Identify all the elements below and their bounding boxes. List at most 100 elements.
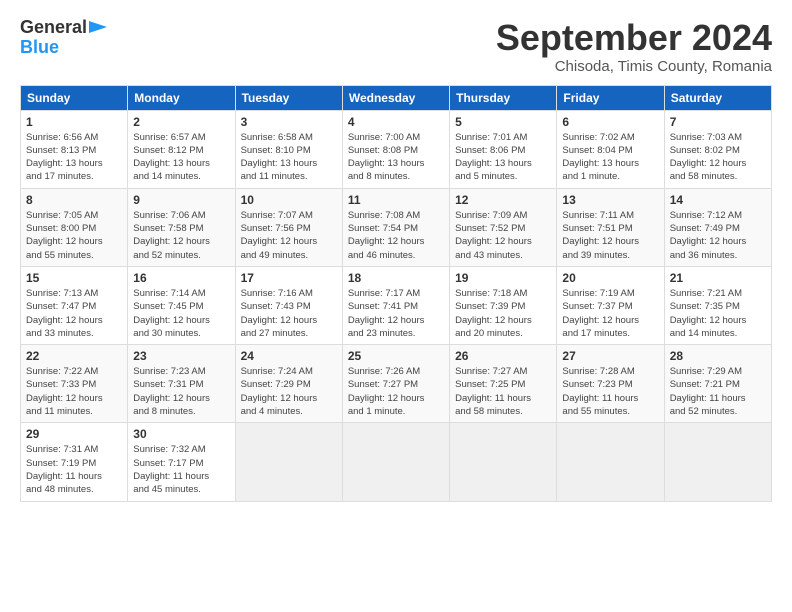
calendar-header-row: Sunday Monday Tuesday Wednesday Thursday…	[21, 85, 772, 110]
table-cell: 17 Sunrise: 7:16 AM Sunset: 7:43 PM Dayli…	[235, 266, 342, 344]
day-info: Sunrise: 7:07 AM Sunset: 7:56 PM Dayligh…	[241, 209, 337, 262]
logo-blue-text: Blue	[20, 38, 109, 58]
page: General Blue September 2024 Chisoda, Tim…	[0, 0, 792, 612]
header: General Blue September 2024 Chisoda, Tim…	[20, 18, 772, 75]
day-number: 18	[348, 271, 444, 285]
day-number: 11	[348, 193, 444, 207]
table-cell: 14 Sunrise: 7:12 AM Sunset: 7:49 PM Dayli…	[664, 188, 771, 266]
day-number: 2	[133, 115, 229, 129]
day-number: 13	[562, 193, 658, 207]
calendar-table: Sunday Monday Tuesday Wednesday Thursday…	[20, 85, 772, 502]
day-info: Sunrise: 7:31 AM Sunset: 7:19 PM Dayligh…	[26, 443, 122, 496]
table-cell: 19Sunrise: 7:18 AM Sunset: 7:39 PM Dayli…	[450, 266, 557, 344]
day-info: Sunrise: 7:08 AM Sunset: 7:54 PM Dayligh…	[348, 209, 444, 262]
day-number: 14	[670, 193, 766, 207]
day-number: 4	[348, 115, 444, 129]
day-info: Sunrise: 7:06 AM Sunset: 7:58 PM Dayligh…	[133, 209, 229, 262]
day-info: Sunrise: 7:29 AM Sunset: 7:21 PM Dayligh…	[670, 365, 766, 418]
day-info: Sunrise: 7:18 AM Sunset: 7:39 PM Dayligh…	[455, 287, 551, 340]
day-info: Sunrise: 6:57 AM Sunset: 8:12 PM Dayligh…	[133, 131, 229, 184]
table-cell: 22Sunrise: 7:22 AM Sunset: 7:33 PM Dayli…	[21, 345, 128, 423]
table-cell: 25Sunrise: 7:26 AM Sunset: 7:27 PM Dayli…	[342, 345, 449, 423]
day-info: Sunrise: 7:19 AM Sunset: 7:37 PM Dayligh…	[562, 287, 658, 340]
table-cell: 1 Sunrise: 6:56 AM Sunset: 8:13 PM Daylig…	[21, 110, 128, 188]
day-info: Sunrise: 7:13 AM Sunset: 7:47 PM Dayligh…	[26, 287, 122, 340]
table-cell: 26 Sunrise: 7:27 AM Sunset: 7:25 PM Dayli…	[450, 345, 557, 423]
day-info: Sunrise: 7:27 AM Sunset: 7:25 PM Dayligh…	[455, 365, 551, 418]
table-cell	[342, 423, 449, 501]
day-info: Sunrise: 7:24 AM Sunset: 7:29 PM Dayligh…	[241, 365, 337, 418]
day-info: Sunrise: 7:00 AM Sunset: 8:08 PM Dayligh…	[348, 131, 444, 184]
logo-general-text: General	[20, 18, 87, 38]
table-cell: 4 Sunrise: 7:00 AM Sunset: 8:08 PM Daylig…	[342, 110, 449, 188]
table-cell: 11 Sunrise: 7:08 AM Sunset: 7:54 PM Dayli…	[342, 188, 449, 266]
day-number: 30	[133, 427, 229, 441]
col-saturday: Saturday	[664, 85, 771, 110]
col-monday: Monday	[128, 85, 235, 110]
table-cell: 30 Sunrise: 7:32 AM Sunset: 7:17 PM Dayli…	[128, 423, 235, 501]
day-number: 6	[562, 115, 658, 129]
day-info: Sunrise: 7:01 AM Sunset: 8:06 PM Dayligh…	[455, 131, 551, 184]
col-friday: Friday	[557, 85, 664, 110]
day-number: 3	[241, 115, 337, 129]
logo-flag-icon	[89, 21, 109, 37]
day-number: 7	[670, 115, 766, 129]
day-number: 8	[26, 193, 122, 207]
day-info: Sunrise: 7:05 AM Sunset: 8:00 PM Dayligh…	[26, 209, 122, 262]
day-info: Sunrise: 7:02 AM Sunset: 8:04 PM Dayligh…	[562, 131, 658, 184]
day-number: 17	[241, 271, 337, 285]
day-info: Sunrise: 7:11 AM Sunset: 7:51 PM Dayligh…	[562, 209, 658, 262]
day-number: 12	[455, 193, 551, 207]
table-cell: 20 Sunrise: 7:19 AM Sunset: 7:37 PM Dayli…	[557, 266, 664, 344]
table-cell: 21 Sunrise: 7:21 AM Sunset: 7:35 PM Dayli…	[664, 266, 771, 344]
table-cell: 5 Sunrise: 7:01 AM Sunset: 8:06 PM Daylig…	[450, 110, 557, 188]
day-info: Sunrise: 7:16 AM Sunset: 7:43 PM Dayligh…	[241, 287, 337, 340]
day-number: 1	[26, 115, 122, 129]
day-number: 27	[562, 349, 658, 363]
day-info: Sunrise: 7:12 AM Sunset: 7:49 PM Dayligh…	[670, 209, 766, 262]
day-info: Sunrise: 7:32 AM Sunset: 7:17 PM Dayligh…	[133, 443, 229, 496]
week-row-5: 29Sunrise: 7:31 AM Sunset: 7:19 PM Dayli…	[21, 423, 772, 501]
table-cell	[235, 423, 342, 501]
table-cell: 10Sunrise: 7:07 AM Sunset: 7:56 PM Dayli…	[235, 188, 342, 266]
table-cell: 12 Sunrise: 7:09 AM Sunset: 7:52 PM Dayli…	[450, 188, 557, 266]
table-cell: 15 Sunrise: 7:13 AM Sunset: 7:47 PM Dayli…	[21, 266, 128, 344]
title-section: September 2024 Chisoda, Timis County, Ro…	[496, 18, 772, 75]
day-number: 5	[455, 115, 551, 129]
location-title: Chisoda, Timis County, Romania	[496, 58, 772, 75]
day-number: 20	[562, 271, 658, 285]
table-cell: 27 Sunrise: 7:28 AM Sunset: 7:23 PM Dayli…	[557, 345, 664, 423]
day-info: Sunrise: 7:17 AM Sunset: 7:41 PM Dayligh…	[348, 287, 444, 340]
week-row-1: 1 Sunrise: 6:56 AM Sunset: 8:13 PM Daylig…	[21, 110, 772, 188]
day-info: Sunrise: 7:03 AM Sunset: 8:02 PM Dayligh…	[670, 131, 766, 184]
week-row-3: 15 Sunrise: 7:13 AM Sunset: 7:47 PM Dayli…	[21, 266, 772, 344]
day-number: 15	[26, 271, 122, 285]
table-cell: 28 Sunrise: 7:29 AM Sunset: 7:21 PM Dayli…	[664, 345, 771, 423]
day-number: 26	[455, 349, 551, 363]
day-number: 24	[241, 349, 337, 363]
day-info: Sunrise: 7:22 AM Sunset: 7:33 PM Dayligh…	[26, 365, 122, 418]
table-cell: 6 Sunrise: 7:02 AM Sunset: 8:04 PM Daylig…	[557, 110, 664, 188]
table-cell: 7 Sunrise: 7:03 AM Sunset: 8:02 PM Daylig…	[664, 110, 771, 188]
day-number: 21	[670, 271, 766, 285]
table-cell	[450, 423, 557, 501]
table-cell: 18 Sunrise: 7:17 AM Sunset: 7:41 PM Dayli…	[342, 266, 449, 344]
table-cell: 16Sunrise: 7:14 AM Sunset: 7:45 PM Dayli…	[128, 266, 235, 344]
day-info: Sunrise: 7:09 AM Sunset: 7:52 PM Dayligh…	[455, 209, 551, 262]
table-cell: 2 Sunrise: 6:57 AM Sunset: 8:12 PM Daylig…	[128, 110, 235, 188]
col-sunday: Sunday	[21, 85, 128, 110]
table-cell: 13 Sunrise: 7:11 AM Sunset: 7:51 PM Dayli…	[557, 188, 664, 266]
day-info: Sunrise: 6:56 AM Sunset: 8:13 PM Dayligh…	[26, 131, 122, 184]
table-cell: 24 Sunrise: 7:24 AM Sunset: 7:29 PM Dayli…	[235, 345, 342, 423]
day-number: 28	[670, 349, 766, 363]
day-info: Sunrise: 7:28 AM Sunset: 7:23 PM Dayligh…	[562, 365, 658, 418]
day-info: Sunrise: 7:21 AM Sunset: 7:35 PM Dayligh…	[670, 287, 766, 340]
month-title: September 2024	[496, 18, 772, 58]
day-info: Sunrise: 7:23 AM Sunset: 7:31 PM Dayligh…	[133, 365, 229, 418]
table-cell: 29Sunrise: 7:31 AM Sunset: 7:19 PM Dayli…	[21, 423, 128, 501]
table-cell: 9Sunrise: 7:06 AM Sunset: 7:58 PM Daylig…	[128, 188, 235, 266]
day-info: Sunrise: 7:14 AM Sunset: 7:45 PM Dayligh…	[133, 287, 229, 340]
col-wednesday: Wednesday	[342, 85, 449, 110]
col-tuesday: Tuesday	[235, 85, 342, 110]
day-info: Sunrise: 6:58 AM Sunset: 8:10 PM Dayligh…	[241, 131, 337, 184]
